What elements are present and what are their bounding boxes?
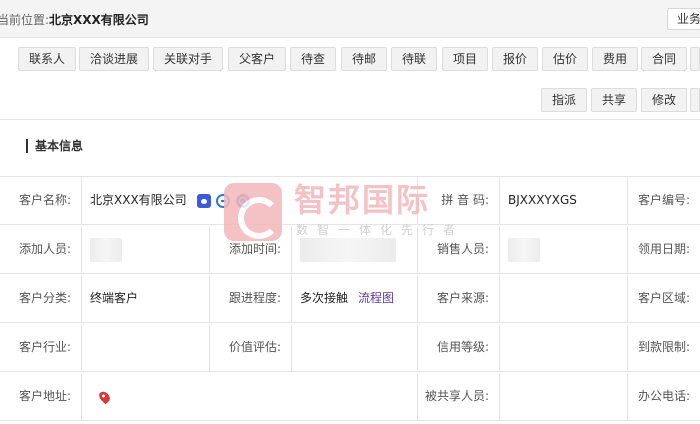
credit-value [500, 324, 628, 372]
table-row: 客户名称: 北京XXX有限公司 拼 音 码: BJXXXYXGS 客户编号: [0, 177, 700, 225]
source-label: 客户来源: [418, 275, 500, 323]
industry-value [82, 324, 210, 372]
action-tabs: 联系人 洽谈进展 关联对手 父客户 待查 待邮 待联 项目 报价 估价 费用 合… [0, 39, 700, 119]
value-assessment-value [292, 324, 418, 372]
breadcrumb: 当前位置:北京XXX有限公司 [0, 11, 149, 28]
tab-contracts[interactable]: 合同 [641, 47, 687, 71]
tab-pending-check[interactable]: 待查 [290, 47, 336, 71]
shared-value [500, 373, 628, 421]
assign-button[interactable]: 指派 [541, 88, 587, 112]
search-links [195, 177, 251, 224]
map-pin-icon[interactable] [97, 389, 112, 404]
breadcrumb-company: 北京XXX有限公司 [49, 13, 149, 27]
tab-estimates[interactable]: 估价 [542, 47, 588, 71]
share-button[interactable]: 共享 [591, 88, 637, 112]
more-action-button[interactable] [690, 88, 700, 112]
address-label: 客户地址: [0, 373, 82, 421]
tab-parent-customer[interactable]: 父客户 [228, 47, 286, 71]
tab-related-competitors[interactable]: 关联对手 [153, 47, 223, 71]
redacted-value [508, 237, 540, 262]
added-time-label: 添加时间: [210, 226, 292, 274]
tab-negotiation-progress[interactable]: 洽谈进展 [79, 47, 149, 71]
sales-label: 销售人员: [418, 226, 500, 274]
progress-value: 多次接触 [300, 291, 349, 305]
region-label: 客户区域: [637, 291, 690, 305]
table-row: 客户行业: 价值评估: 信用等级: 到款限制: [0, 324, 700, 372]
tab-projects[interactable]: 项目 [442, 47, 488, 71]
pinyin-label: 拼 音 码: [418, 177, 500, 225]
tab-pending-mail[interactable]: 待邮 [341, 47, 387, 71]
payment-limit-label: 到款限制: [637, 340, 690, 354]
tab-expenses[interactable]: 费用 [592, 47, 638, 71]
category-value: 终端客户 [82, 275, 210, 323]
table-row: 客户地址: 被共享人员: 办公电话: [0, 373, 700, 421]
customer-name-value: 北京XXX有限公司 [90, 193, 187, 207]
search-engine-icon[interactable] [236, 193, 251, 208]
customer-no-label: 客户编号: [637, 193, 690, 207]
edit-button[interactable]: 修改 [641, 88, 687, 112]
tab-more[interactable] [690, 47, 700, 71]
category-label: 客户分类: [0, 275, 82, 323]
added-by-label: 添加人员: [0, 226, 82, 274]
table-row: 添加人员: 添加时间: 销售人员: 领用日期: [0, 226, 700, 274]
credit-label: 信用等级: [418, 324, 500, 372]
redacted-value [90, 237, 122, 262]
sales-value [500, 226, 628, 274]
tab-contacts[interactable]: 联系人 [18, 47, 76, 71]
tab-quotes[interactable]: 报价 [492, 47, 538, 71]
customer-name-cell: 北京XXX有限公司 [82, 177, 418, 225]
claim-date-label: 领用日期: [637, 242, 690, 256]
section-title: 基本信息 [26, 139, 83, 153]
baidu-paw-icon[interactable] [196, 193, 211, 208]
progress-cell: 多次接触 流程图 [292, 275, 418, 323]
pinyin-value: BJXXXYXGS [500, 177, 628, 225]
source-value [500, 275, 628, 323]
redacted-value [300, 237, 396, 262]
ie-browser-icon[interactable] [216, 193, 231, 208]
location-bar: 当前位置:北京XXX有限公司 业务 [0, 0, 700, 38]
business-button[interactable]: 业务 [667, 8, 700, 30]
breadcrumb-prefix: 当前位置: [0, 13, 50, 27]
address-cell [82, 373, 418, 421]
added-time-value [292, 226, 418, 274]
divider [0, 119, 700, 120]
table-row: 客户分类: 终端客户 跟进程度: 多次接触 流程图 客户来源: 客户区域: [0, 275, 700, 323]
value-assessment-label: 价值评估: [210, 324, 292, 372]
customer-name-label: 客户名称: [0, 177, 82, 225]
tab-pending-contact[interactable]: 待联 [391, 47, 437, 71]
basic-info-table: 客户名称: 北京XXX有限公司 拼 音 码: BJXXXYXGS 客户编号: 添… [0, 176, 700, 424]
progress-label: 跟进程度: [210, 275, 292, 323]
office-phone-label: 办公电话: [637, 389, 690, 403]
industry-label: 客户行业: [0, 324, 82, 372]
shared-label: 被共享人员: [418, 373, 500, 421]
added-by-value [82, 226, 210, 274]
flowchart-link[interactable]: 流程图 [358, 291, 394, 305]
